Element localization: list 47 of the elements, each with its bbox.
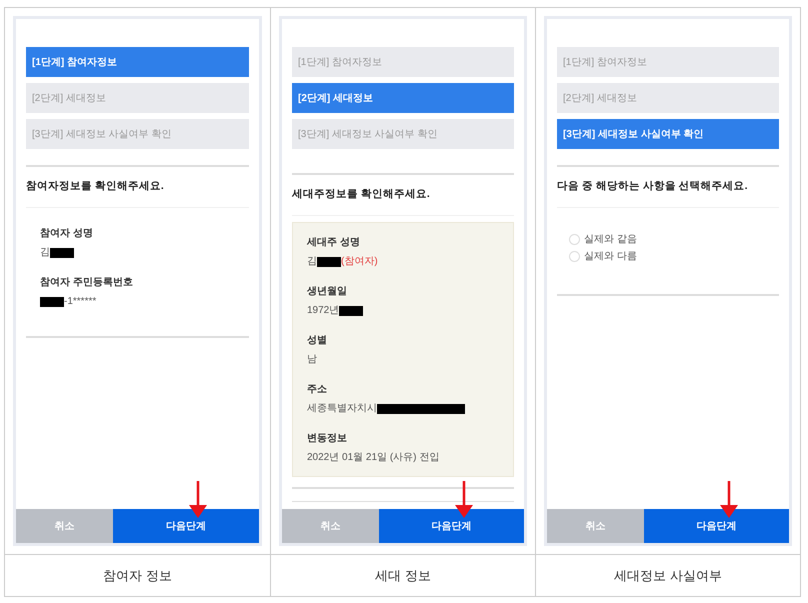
field-label: 변동정보: [307, 432, 348, 446]
panel-caption: 참여자 정보: [103, 566, 172, 585]
redaction-bar: [40, 296, 64, 307]
cancel-button[interactable]: 취소: [282, 509, 379, 543]
field-value: 세종특별자치시: [307, 402, 377, 416]
step-tab[interactable]: [2단계] 세대정보: [292, 83, 514, 113]
section-prompt: 참여자정보를 확인해주세요.: [26, 167, 249, 208]
arrow-annotation-icon: [719, 481, 739, 519]
step-tab[interactable]: [3단계] 세대정보 사실여부 확인: [557, 119, 779, 149]
option-label: 실제와 다름: [584, 250, 637, 264]
field-value: 김: [40, 246, 50, 260]
arrow-annotation-icon: [454, 481, 474, 519]
redaction-bar: [50, 248, 74, 258]
participant-note: (참여자): [341, 255, 378, 270]
field-value: 남: [307, 353, 317, 368]
step-tab[interactable]: [1단계] 참여자정보: [26, 47, 249, 77]
field-value: 김: [307, 255, 317, 270]
panel-caption: 세대 정보: [375, 566, 431, 585]
arrow-annotation-icon: [188, 481, 208, 519]
radio-button[interactable]: [569, 234, 580, 245]
step-tab[interactable]: [1단계] 참여자정보: [557, 47, 779, 77]
step-tab[interactable]: [1단계] 참여자정보: [292, 47, 514, 77]
radio-button[interactable]: [569, 250, 580, 262]
next-step-button[interactable]: 다음단계: [378, 509, 524, 543]
field-label: 주소: [307, 382, 328, 397]
option-label: 실제와 같음: [584, 232, 637, 247]
field-label: 성별: [307, 334, 328, 348]
field-label: 참여자 성명: [40, 226, 94, 241]
section-prompt: 다음 중 해당하는 사항을 선택해주세요.: [557, 167, 779, 208]
field-value: -1******: [64, 295, 96, 310]
next-step-button[interactable]: 다음단계: [644, 509, 789, 543]
redaction-bar: [317, 256, 341, 267]
field-value: 2022년 01월 21일 (사유) 전입: [307, 451, 440, 466]
cancel-button[interactable]: 취소: [547, 509, 644, 543]
step-tab[interactable]: [2단계] 세대정보: [557, 83, 779, 113]
field-label: 참여자 주민등록번호: [40, 276, 134, 290]
step-tab[interactable]: [2단계] 세대정보: [26, 83, 249, 113]
step-tab[interactable]: [3단계] 세대정보 사실여부 확인: [292, 119, 514, 149]
field-value: 1972년: [307, 304, 340, 318]
step-tab[interactable]: [3단계] 세대정보 사실여부 확인: [26, 119, 249, 149]
section-prompt: 세대주정보를 확인해주세요.: [292, 175, 514, 216]
next-step-button[interactable]: 다음단계: [113, 509, 259, 543]
redaction-bar: [339, 306, 364, 316]
panel-caption: 세대정보 사실여부: [614, 566, 722, 585]
cancel-button[interactable]: 취소: [16, 509, 114, 543]
field-label: 세대주 성명: [307, 236, 361, 250]
field-label: 생년월일: [307, 284, 348, 299]
